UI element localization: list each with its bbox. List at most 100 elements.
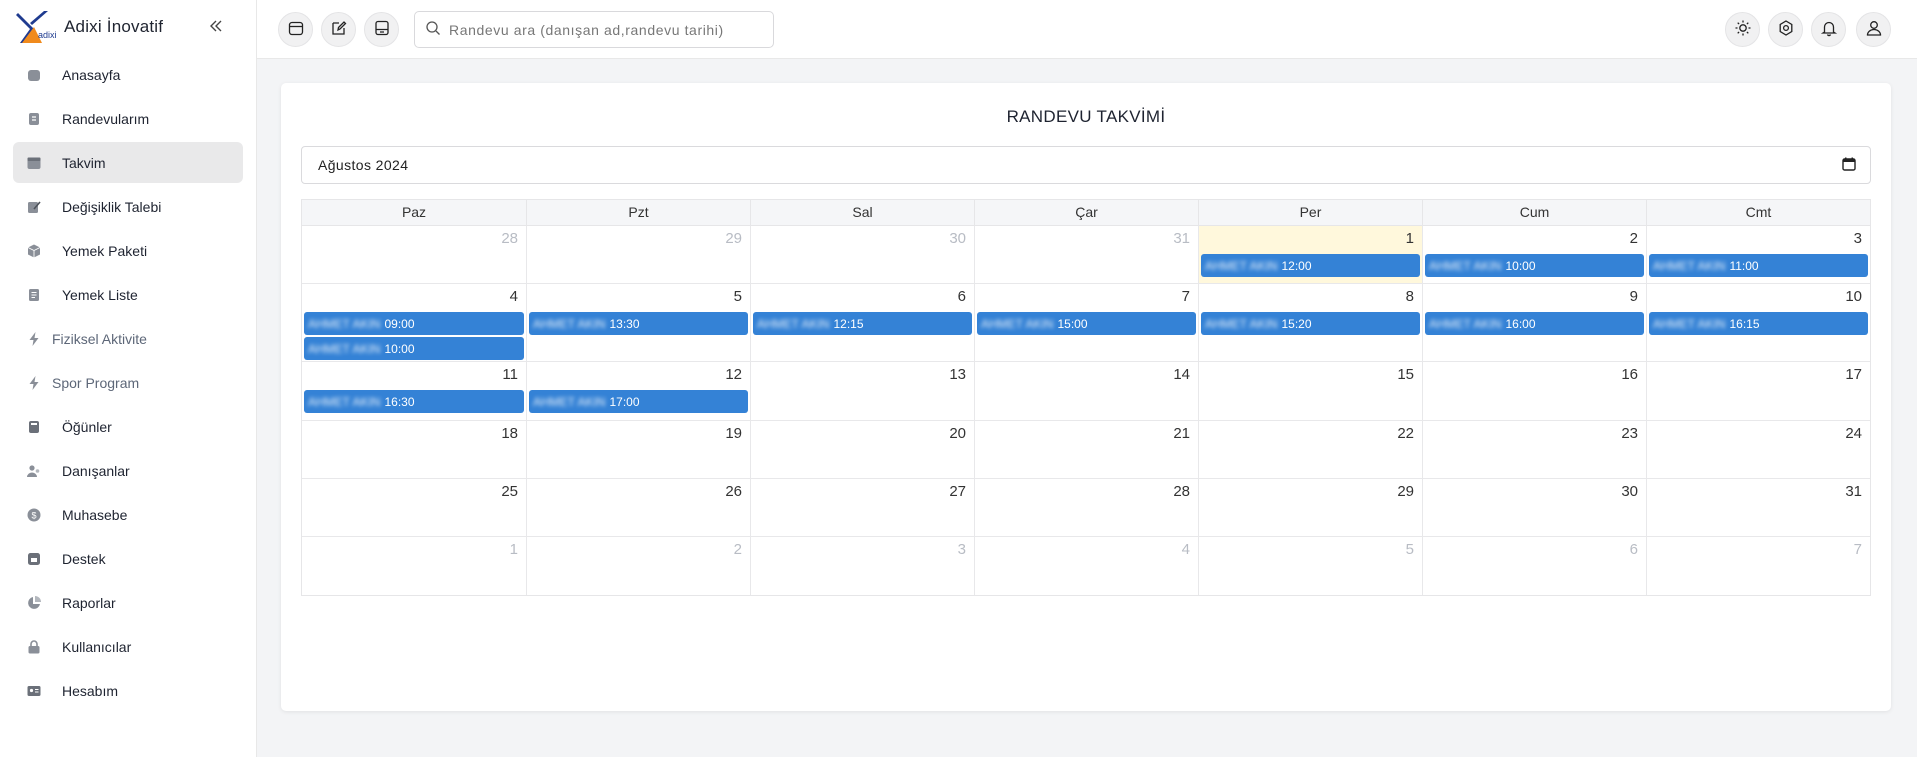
calendar-day[interactable]: 21 bbox=[974, 421, 1198, 478]
calendar-day[interactable]: 13 bbox=[750, 362, 974, 420]
calendar-day[interactable]: 28 bbox=[974, 479, 1198, 536]
calendar-day[interactable]: 23 bbox=[1422, 421, 1646, 478]
appointment-event[interactable]: AHMET AKIN 15:20 bbox=[1201, 312, 1420, 335]
appointment-event[interactable]: AHMET AKIN 10:00 bbox=[1425, 254, 1644, 277]
calendar-week: 11 AHMET AKIN 16:30 12 AHMET AKIN 17:00 13 14 15… bbox=[302, 362, 1870, 421]
sun-icon bbox=[1734, 19, 1752, 40]
appointment-event[interactable]: AHMET AKIN 12:15 bbox=[753, 312, 972, 335]
appointment-event[interactable]: AHMET AKIN 13:30 bbox=[529, 312, 748, 335]
calendar-day[interactable]: 8 AHMET AKIN 15:20 bbox=[1198, 284, 1422, 364]
sidebar-item-degisiklik-talebi[interactable]: Değişiklik Talebi bbox=[13, 186, 243, 227]
sidebar-item-ogunler[interactable]: Öğünler bbox=[13, 406, 243, 447]
calendar-day[interactable]: 3 AHMET AKIN 11:00 bbox=[1646, 226, 1870, 283]
appointment-event[interactable]: AHMET AKIN 15:00 bbox=[977, 312, 1196, 335]
calendar-day[interactable]: 5 AHMET AKIN 13:30 bbox=[526, 284, 750, 364]
collapse-sidebar-icon[interactable] bbox=[206, 16, 226, 36]
gear-icon bbox=[1777, 19, 1795, 40]
calendar-day[interactable]: 29 bbox=[1198, 479, 1422, 536]
day-number: 29 bbox=[1397, 483, 1414, 500]
calendar-day[interactable]: 20 bbox=[750, 421, 974, 478]
calendar-day[interactable]: 2 bbox=[526, 537, 750, 595]
calendar-day[interactable]: 12 AHMET AKIN 17:00 bbox=[526, 362, 750, 420]
calendar-day[interactable]: 22 bbox=[1198, 421, 1422, 478]
day-number: 20 bbox=[949, 425, 966, 442]
theme-toggle-button[interactable] bbox=[1725, 12, 1760, 47]
calendar-day[interactable]: 30 bbox=[1422, 479, 1646, 536]
calendar-day[interactable]: 24 bbox=[1646, 421, 1870, 478]
calendar-day[interactable]: 29 bbox=[526, 226, 750, 283]
appointment-event[interactable]: AHMET AKIN 09:00 bbox=[304, 312, 524, 335]
sidebar-item-muhasebe[interactable]: $ Muhasebe bbox=[13, 494, 243, 535]
sidebar-item-label: Yemek Paketi bbox=[62, 242, 148, 259]
calendar-day[interactable]: 15 bbox=[1198, 362, 1422, 420]
calendar-day[interactable]: 11 AHMET AKIN 16:30 bbox=[302, 362, 526, 420]
calendar-day[interactable]: 14 bbox=[974, 362, 1198, 420]
calendar-day[interactable]: 5 bbox=[1198, 537, 1422, 595]
calendar-day[interactable]: 25 bbox=[302, 479, 526, 536]
sidebar-item-randevularim[interactable]: Randevularım bbox=[13, 98, 243, 139]
sidebar-item-label: Muhasebe bbox=[62, 506, 128, 523]
calendar-day[interactable]: 26 bbox=[526, 479, 750, 536]
day-number: 6 bbox=[1629, 541, 1638, 558]
event-client-name: AHMET AKIN bbox=[533, 316, 606, 331]
calendar-day[interactable]: 10 AHMET AKIN 16:15 bbox=[1646, 284, 1870, 364]
day-number: 15 bbox=[1397, 366, 1414, 383]
calendar-day[interactable]: 27 bbox=[750, 479, 974, 536]
lock-icon bbox=[25, 638, 43, 656]
appointment-event[interactable]: AHMET AKIN 12:00 bbox=[1201, 254, 1420, 277]
appointment-event[interactable]: AHMET AKIN 16:30 bbox=[304, 390, 524, 413]
sidebar-item-hesabim[interactable]: Hesabım bbox=[13, 670, 243, 711]
calendar-shortcut-button[interactable] bbox=[278, 12, 313, 47]
calendar-day[interactable]: 31 bbox=[974, 226, 1198, 283]
calendar-day[interactable]: 19 bbox=[526, 421, 750, 478]
edit-shortcut-button[interactable] bbox=[321, 12, 356, 47]
calendar-day[interactable]: 30 bbox=[750, 226, 974, 283]
calendar-day[interactable]: 4 bbox=[974, 537, 1198, 595]
appointment-event[interactable]: AHMET AKIN 16:15 bbox=[1649, 312, 1868, 335]
calendar-week: 4 AHMET AKIN 09:00 AHMET AKIN 10:00 5 AHMET AK… bbox=[302, 284, 1870, 364]
archive-shortcut-button[interactable] bbox=[364, 12, 399, 47]
notifications-button[interactable] bbox=[1811, 12, 1846, 47]
calendar-day[interactable]: 16 bbox=[1422, 362, 1646, 420]
weekday-label: Çar bbox=[974, 200, 1198, 225]
calendar-day[interactable]: 3 bbox=[750, 537, 974, 595]
appointment-event[interactable]: AHMET AKIN 16:00 bbox=[1425, 312, 1644, 335]
calendar-day[interactable]: 2 AHMET AKIN 10:00 bbox=[1422, 226, 1646, 283]
sidebar-item-yemek-liste[interactable]: Yemek Liste bbox=[13, 274, 243, 315]
appointment-event[interactable]: AHMET AKIN 17:00 bbox=[529, 390, 748, 413]
appointment-event[interactable]: AHMET AKIN 10:00 bbox=[304, 337, 524, 360]
settings-button[interactable] bbox=[1768, 12, 1803, 47]
calendar-day[interactable]: 18 bbox=[302, 421, 526, 478]
calendar-day[interactable]: 1 bbox=[302, 537, 526, 595]
calendar-day[interactable]: 6 AHMET AKIN 12:15 bbox=[750, 284, 974, 364]
calendar-day[interactable]: 4 AHMET AKIN 09:00 AHMET AKIN 10:00 bbox=[302, 284, 526, 364]
calendar-day-today[interactable]: 1 AHMET AKIN 12:00 bbox=[1198, 226, 1422, 283]
day-number: 4 bbox=[1181, 541, 1190, 558]
calendar-day[interactable]: 7 AHMET AKIN 15:00 bbox=[974, 284, 1198, 364]
calendar-day[interactable]: 28 bbox=[302, 226, 526, 283]
calendar-picker-icon[interactable] bbox=[1842, 157, 1856, 174]
calendar-day[interactable]: 7 bbox=[1646, 537, 1870, 595]
sidebar-item-yemek-paketi[interactable]: Yemek Paketi bbox=[13, 230, 243, 271]
appointment-event[interactable]: AHMET AKIN 11:00 bbox=[1649, 254, 1868, 277]
profile-button[interactable] bbox=[1856, 12, 1891, 47]
sidebar-item-anasayfa[interactable]: Anasayfa bbox=[13, 54, 243, 95]
sidebar-item-raporlar[interactable]: Raporlar bbox=[13, 582, 243, 623]
sidebar-item-spor-program[interactable]: Spor Program bbox=[13, 362, 243, 403]
sidebar-item-fiziksel-aktivite[interactable]: Fiziksel Aktivite bbox=[13, 318, 243, 359]
calendar-day[interactable]: 9 AHMET AKIN 16:00 bbox=[1422, 284, 1646, 364]
day-number: 31 bbox=[1173, 230, 1190, 247]
weekday-label: Cum bbox=[1422, 200, 1646, 225]
brand-title: Adixi İnovatif bbox=[64, 17, 164, 36]
search-input[interactable] bbox=[449, 21, 773, 38]
calendar-day[interactable]: 6 bbox=[1422, 537, 1646, 595]
month-picker[interactable]: Ağustos 2024 bbox=[301, 146, 1871, 184]
sidebar-item-label: Değişiklik Talebi bbox=[62, 198, 162, 215]
sidebar-item-takvim[interactable]: Takvim bbox=[13, 142, 243, 183]
sidebar-item-destek[interactable]: Destek bbox=[13, 538, 243, 579]
calendar-day[interactable]: 31 bbox=[1646, 479, 1870, 536]
sidebar-item-danisanlar[interactable]: Danışanlar bbox=[13, 450, 243, 491]
calendar-day[interactable]: 17 bbox=[1646, 362, 1870, 420]
calendar-week: 25 26 27 28 29 30 31 bbox=[302, 479, 1870, 537]
sidebar-item-kullanicilar[interactable]: Kullanıcılar bbox=[13, 626, 243, 667]
